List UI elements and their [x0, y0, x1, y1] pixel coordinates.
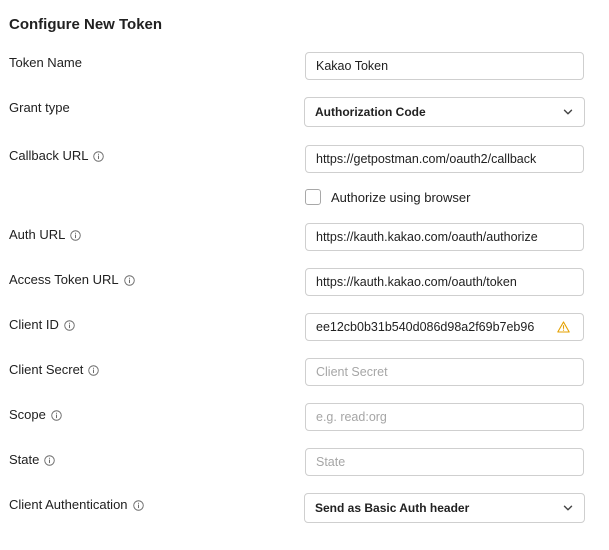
token-name-label: Token Name	[9, 55, 82, 71]
auth-url-input[interactable]	[305, 223, 584, 251]
client-secret-label-text: Client Secret	[9, 362, 84, 377]
client-authentication-label: Client Authentication	[9, 497, 144, 513]
token-name-label-text: Token Name	[9, 55, 82, 70]
token-name-input[interactable]	[305, 52, 584, 80]
access-token-url-input[interactable]	[305, 268, 584, 296]
client-id-input[interactable]	[305, 313, 584, 341]
state-label-text: State	[9, 452, 40, 467]
client-authentication-label-text: Client Authentication	[9, 497, 128, 512]
info-icon[interactable]	[133, 500, 144, 511]
client-id-field	[305, 313, 584, 341]
info-icon[interactable]	[51, 410, 62, 421]
auth-url-label-text: Auth URL	[9, 227, 66, 242]
callback-url-label: Callback URL	[9, 148, 104, 164]
grant-type-value: Authorization Code	[315, 105, 426, 119]
callback-url-input[interactable]	[305, 145, 584, 173]
client-secret-label: Client Secret	[9, 362, 99, 378]
state-input[interactable]	[305, 448, 584, 476]
client-id-label-text: Client ID	[9, 317, 59, 332]
callback-url-label-text: Callback URL	[9, 148, 89, 163]
scope-label-text: Scope	[9, 407, 46, 422]
grant-type-label-text: Grant type	[9, 100, 70, 115]
info-icon[interactable]	[64, 320, 75, 331]
access-token-url-label-text: Access Token URL	[9, 272, 119, 287]
scope-label: Scope	[9, 407, 62, 423]
chevron-down-icon	[562, 502, 574, 514]
page-title: Configure New Token	[9, 16, 163, 33]
client-secret-input[interactable]	[305, 358, 584, 386]
info-icon[interactable]	[88, 365, 99, 376]
info-icon[interactable]	[44, 455, 55, 466]
client-id-label: Client ID	[9, 317, 75, 333]
client-authentication-value: Send as Basic Auth header	[315, 501, 470, 515]
info-icon[interactable]	[70, 230, 81, 241]
state-label: State	[9, 452, 55, 468]
grant-type-select[interactable]: Authorization Code	[304, 97, 585, 127]
client-authentication-select[interactable]: Send as Basic Auth header	[304, 493, 585, 523]
chevron-down-icon	[562, 106, 574, 118]
access-token-url-label: Access Token URL	[9, 272, 135, 288]
authorize-browser-label: Authorize using browser	[331, 189, 471, 205]
authorize-browser-option[interactable]: Authorize using browser	[305, 189, 470, 205]
scope-input[interactable]	[305, 403, 584, 431]
info-icon[interactable]	[93, 151, 104, 162]
auth-url-label: Auth URL	[9, 227, 81, 243]
warning-icon[interactable]	[557, 321, 570, 333]
info-icon[interactable]	[124, 275, 135, 286]
authorize-browser-checkbox[interactable]	[305, 189, 321, 205]
grant-type-label: Grant type	[9, 100, 70, 116]
